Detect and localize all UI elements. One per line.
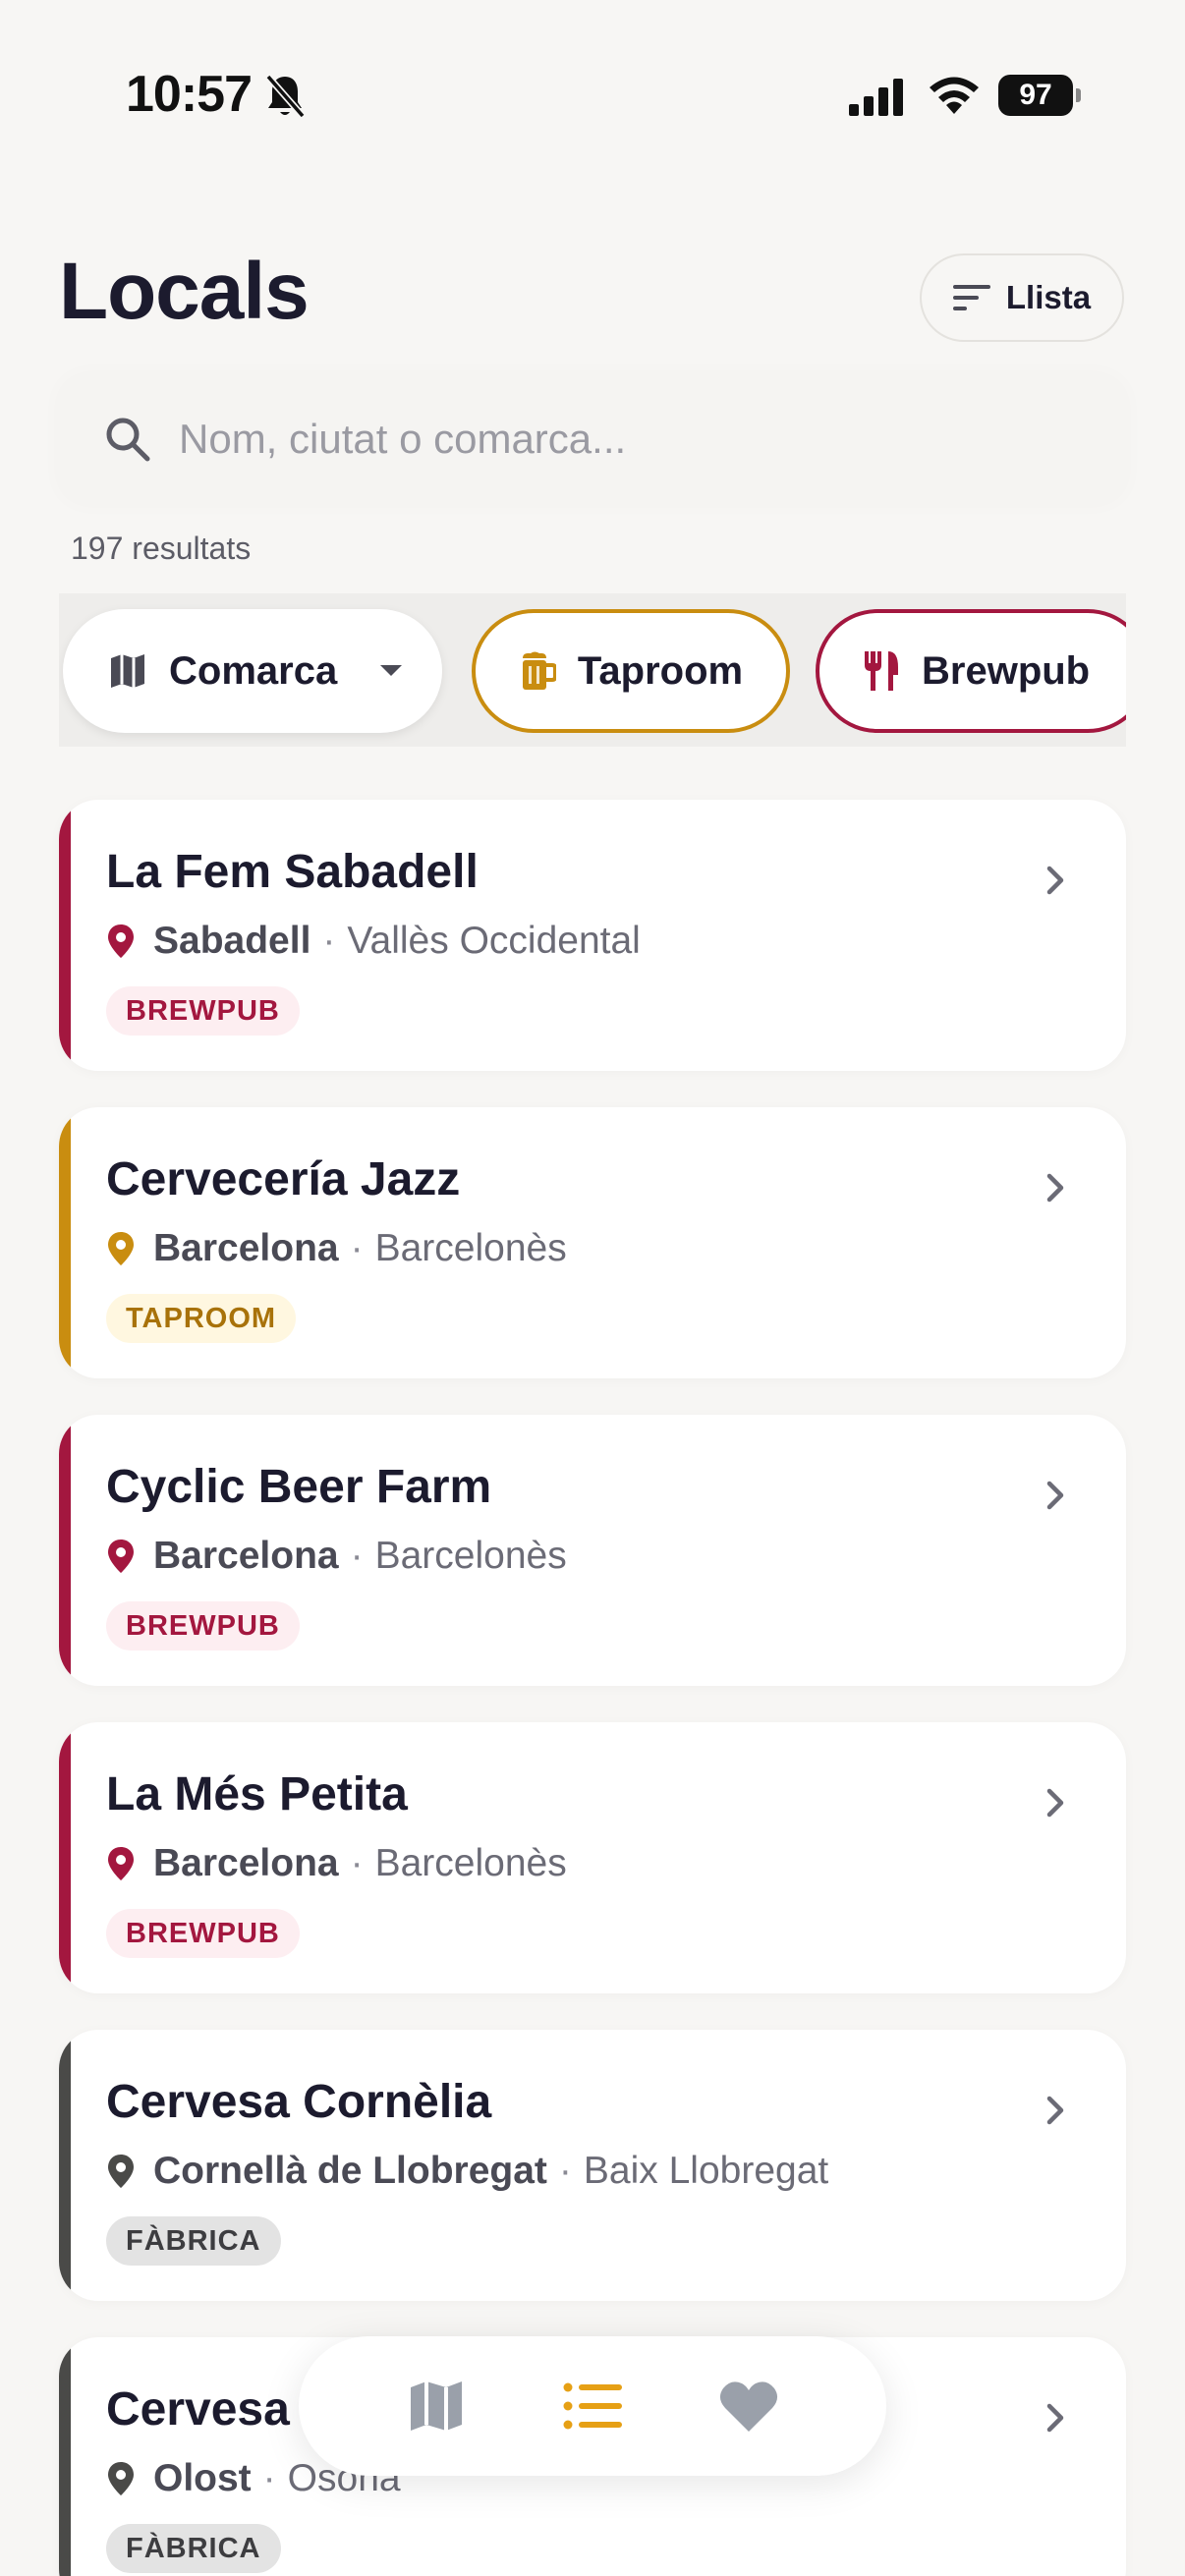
search-icon [106, 418, 150, 462]
venue-location: Sabadell · Vallès Occidental [106, 920, 641, 963]
venue-region: Barcelonès [374, 1227, 567, 1269]
venue-city: Barcelona [153, 1227, 339, 1269]
venue-card[interactable]: Cyclic Beer Farm Barcelona · Barcelonès … [59, 1415, 1126, 1686]
beer-mug-icon [522, 651, 556, 690]
venue-type-accent [59, 800, 71, 1071]
venue-type-accent [59, 2337, 71, 2576]
separator-dot: · [350, 1535, 364, 1577]
venue-location: Barcelona · Barcelonès [106, 1535, 567, 1578]
venue-location: Barcelona · Barcelonès [106, 1227, 567, 1270]
venue-region: Barcelonès [374, 1535, 567, 1577]
venue-type-accent [59, 1722, 71, 1993]
status-bar: 10:57 97 [0, 0, 1185, 196]
venue-type-accent [59, 1107, 71, 1378]
bottom-navigation [299, 2336, 886, 2476]
venue-type-badge: FÀBRICA [106, 2524, 281, 2573]
venue-location: Barcelona · Barcelonès [106, 1842, 567, 1885]
battery-indicator: 97 [998, 75, 1081, 116]
filter-bar: Comarca Taproom Brewpub [59, 593, 1126, 747]
fork-knife-icon [865, 651, 898, 691]
venue-card[interactable]: Cervecería Jazz Barcelona · Barcelonès T… [59, 1107, 1126, 1378]
venue-city: Cornellà de Llobregat [153, 2150, 547, 2192]
venue-region: Baix Llobregat [583, 2150, 829, 2192]
venue-region: Vallès Occidental [347, 920, 641, 962]
cellular-signal-icon [849, 79, 903, 116]
sort-lines-icon [952, 285, 990, 310]
location-pin-icon [108, 1540, 134, 1573]
chevron-right-icon [1046, 1173, 1064, 1203]
separator-dot: · [350, 1227, 364, 1269]
filter-comarca-label: Comarca [169, 648, 338, 693]
separator-dot: · [262, 2457, 276, 2499]
chevron-right-icon [1046, 866, 1064, 895]
venue-name: Cervesa Cornèlia [106, 2076, 492, 2128]
view-toggle-label: Llista [1005, 279, 1092, 315]
location-pin-icon [108, 1847, 134, 1880]
location-pin-icon [108, 2155, 134, 2188]
filter-comarca-dropdown[interactable]: Comarca [63, 609, 442, 733]
venue-type-badge: FÀBRICA [106, 2216, 281, 2266]
venue-type-badge: TAPROOM [106, 1294, 297, 1343]
venue-type-accent [59, 2030, 71, 2301]
separator-dot: · [558, 2150, 572, 2192]
view-toggle-button[interactable]: Llista [920, 253, 1124, 342]
filter-taproom-chip[interactable]: Taproom [472, 609, 790, 733]
nav-list-button[interactable] [553, 2367, 632, 2445]
heart-icon [720, 2381, 778, 2432]
venue-type-accent [59, 1415, 71, 1686]
chevron-right-icon [1046, 2096, 1064, 2125]
search-bar[interactable] [59, 375, 1126, 503]
venue-name: La Fem Sabadell [106, 846, 479, 898]
chevron-right-icon [1046, 1481, 1064, 1510]
chevron-right-icon [1046, 2403, 1064, 2433]
venue-name: La Més Petita [106, 1768, 408, 1820]
battery-level: 97 [998, 75, 1073, 116]
venue-city: Sabadell [153, 920, 311, 962]
map-icon [410, 2381, 462, 2431]
status-time: 10:57 [126, 66, 253, 123]
separator-dot: · [350, 1842, 364, 1884]
location-pin-icon [108, 924, 134, 958]
venue-city: Olost [153, 2457, 252, 2499]
venue-name: Cervesa [106, 2383, 290, 2436]
nav-favorites-button[interactable] [709, 2367, 788, 2445]
map-icon [111, 654, 144, 688]
venue-card[interactable]: Cervesa Cornèlia Cornellà de Llobregat ·… [59, 2030, 1126, 2301]
wifi-icon [930, 77, 979, 114]
venue-type-badge: BREWPUB [106, 1909, 300, 1958]
location-pin-icon [108, 1232, 134, 1265]
venue-name: Cervecería Jazz [106, 1153, 461, 1205]
venue-city: Barcelona [153, 1842, 339, 1884]
venue-type-badge: BREWPUB [106, 1601, 300, 1651]
venue-location: Cornellà de Llobregat · Baix Llobregat [106, 2150, 828, 2193]
results-count: 197 resultats [71, 531, 252, 566]
filter-taproom-label: Taproom [577, 648, 744, 693]
nav-map-button[interactable] [397, 2367, 476, 2445]
search-input[interactable] [179, 416, 1063, 463]
dropdown-caret-icon [380, 665, 403, 676]
venue-city: Barcelona [153, 1535, 339, 1577]
location-pin-icon [108, 2462, 134, 2495]
bell-muted-icon [265, 74, 306, 119]
page-title: Locals [59, 247, 310, 336]
chevron-right-icon [1046, 1788, 1064, 1818]
battery-tip [1076, 88, 1081, 102]
filter-brewpub-label: Brewpub [922, 648, 1091, 693]
filter-brewpub-chip[interactable]: Brewpub [816, 609, 1126, 733]
venue-card[interactable]: La Fem Sabadell Sabadell · Vallès Occide… [59, 800, 1126, 1071]
venue-region: Barcelonès [374, 1842, 567, 1884]
venue-name: Cyclic Beer Farm [106, 1461, 492, 1513]
separator-dot: · [322, 920, 336, 962]
venue-card[interactable]: La Més Petita Barcelona · Barcelonès BRE… [59, 1722, 1126, 1993]
venue-type-badge: BREWPUB [106, 986, 300, 1036]
list-icon [563, 2382, 622, 2430]
